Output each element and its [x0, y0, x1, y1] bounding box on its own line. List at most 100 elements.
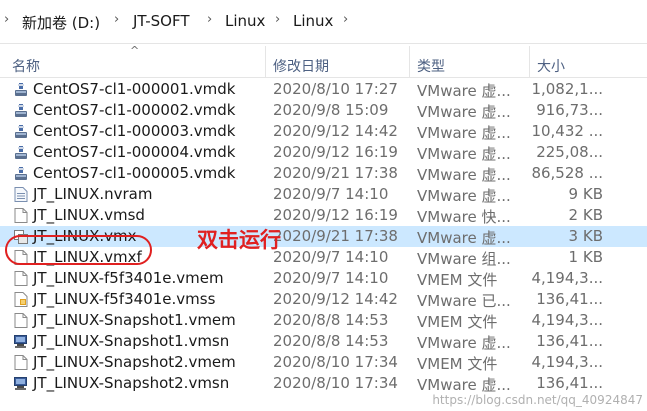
sort-ascending-icon: ^ — [130, 44, 140, 57]
file-name: JT_LINUX-f5f3401e.vmss — [33, 290, 216, 308]
file-type: VMware 虚... — [417, 124, 511, 142]
file-size: 4,194,3... — [531, 269, 603, 287]
file-row[interactable]: JT_LINUX-f5f3401e.vmss 2020/9/12 14:42 VMw… — [0, 289, 647, 310]
breadcrumb-linux[interactable]: Linux — [225, 12, 265, 30]
generic-file-icon — [14, 271, 28, 286]
file-date: 2020/8/10 17:34 — [273, 374, 398, 392]
file-name: JT_LINUX.vmsd — [33, 206, 145, 224]
file-size: 4,194,3... — [531, 311, 603, 329]
file-date: 2020/9/12 14:42 — [273, 290, 398, 308]
file-size: 1,082,1... — [531, 80, 603, 98]
file-row[interactable]: CentOS7-cl1-000002.vmdk 2020/9/8 15:09 VMw… — [0, 100, 647, 121]
file-type: VMware 虚... — [417, 103, 511, 121]
file-date: 2020/9/12 14:42 — [273, 122, 398, 140]
file-row[interactable]: JT_LINUX-Snapshot2.vmem 2020/8/10 17:34 VM… — [0, 352, 647, 373]
file-date: 2020/8/10 17:27 — [273, 80, 398, 98]
file-row[interactable]: CentOS7-cl1-000005.vmdk 2020/9/21 17:38 VM… — [0, 163, 647, 184]
file-date: 2020/9/21 17:38 — [273, 164, 398, 182]
vmdk-disk-icon — [14, 103, 28, 118]
chevron-right-icon[interactable]: › — [275, 12, 280, 27]
file-name: JT_LINUX-Snapshot1.vmem — [33, 311, 236, 329]
chevron-right-icon[interactable]: › — [207, 12, 212, 27]
file-date: 2020/8/8 14:53 — [273, 311, 389, 329]
file-type: VMware 虚... — [417, 82, 511, 100]
column-header: ^ 名称 修改日期 类型 大小 — [0, 44, 647, 78]
chevron-right-icon[interactable]: › — [343, 12, 348, 27]
generic-file-icon — [14, 313, 28, 328]
file-date: 2020/9/8 15:09 — [273, 101, 389, 119]
file-name: JT_LINUX.nvram — [33, 185, 153, 203]
file-date: 2020/9/21 17:38 — [273, 227, 398, 245]
breadcrumb-jt-soft[interactable]: JT-SOFT — [133, 12, 189, 30]
file-row[interactable]: CentOS7-cl1-000004.vmdk 2020/9/12 16:19 VM… — [0, 142, 647, 163]
breadcrumb-linux-current[interactable]: Linux — [293, 12, 333, 30]
file-name: JT_LINUX-Snapshot1.vmsn — [33, 332, 230, 350]
file-size: 86,528 ... — [531, 164, 603, 182]
file-name: JT_LINUX-Snapshot2.vmem — [33, 353, 236, 371]
watermark: https://blog.csdn.net/qq_40924847 — [432, 393, 643, 407]
chevron-right-icon: › — [4, 12, 10, 27]
annotation-text: 双击运行 — [197, 228, 281, 252]
file-row[interactable]: JT_LINUX-Snapshot1.vmem 2020/8/8 14:53 VME… — [0, 310, 647, 331]
file-date: 2020/8/8 14:53 — [273, 332, 389, 350]
file-size: 916,73... — [536, 101, 603, 119]
file-name: CentOS7-cl1-000002.vmdk — [33, 101, 236, 119]
file-type: VMware 虚... — [417, 229, 511, 247]
file-type: VMware 虚... — [417, 187, 511, 205]
column-divider[interactable] — [529, 46, 530, 78]
file-size: 3 KB — [568, 227, 603, 245]
file-size: 10,432 ... — [531, 122, 603, 140]
file-name: JT_LINUX-Snapshot2.vmsn — [33, 374, 230, 392]
file-type: VMEM 文件 — [417, 271, 498, 289]
vmsn-snapshot-icon — [14, 376, 28, 391]
file-name: CentOS7-cl1-000001.vmdk — [33, 80, 236, 98]
column-name[interactable]: 名称 — [12, 56, 40, 76]
file-row[interactable]: CentOS7-cl1-000001.vmdk 2020/8/10 17:27 VM… — [0, 79, 647, 100]
file-size: 4,194,3... — [531, 353, 603, 371]
file-size: 1 KB — [568, 248, 603, 266]
file-date: 2020/9/12 16:19 — [273, 206, 398, 224]
file-type: VMware 虚... — [417, 334, 511, 352]
column-divider[interactable] — [265, 46, 266, 78]
column-size[interactable]: 大小 — [537, 56, 565, 76]
file-type: VMware 快... — [417, 208, 511, 226]
file-name: JT_LINUX-f5f3401e.vmem — [33, 269, 224, 287]
file-date: 2020/9/7 14:10 — [273, 269, 389, 287]
breadcrumb-drive[interactable]: 新加卷 (D:) — [22, 12, 100, 33]
file-date: 2020/9/7 14:10 — [273, 185, 389, 203]
file-row[interactable]: CentOS7-cl1-000003.vmdk 2020/9/12 14:42 VM… — [0, 121, 647, 142]
file-size: 225,08... — [536, 143, 603, 161]
file-name: CentOS7-cl1-000003.vmdk — [33, 122, 236, 140]
file-date: 2020/9/7 14:10 — [273, 248, 389, 266]
file-size: 136,41... — [536, 290, 603, 308]
chevron-right-icon[interactable]: › — [114, 12, 119, 27]
vmsn-snapshot-icon — [14, 334, 28, 349]
vmdk-disk-icon — [14, 82, 28, 97]
vmdk-disk-icon — [14, 124, 28, 139]
file-type: VMware 虚... — [417, 376, 511, 394]
file-type: VMware 已... — [417, 292, 511, 310]
file-row[interactable]: JT_LINUX-Snapshot1.vmsn 2020/8/8 14:53 VMw… — [0, 331, 647, 352]
column-date[interactable]: 修改日期 — [273, 56, 329, 76]
vmdk-disk-icon — [14, 145, 28, 160]
file-type: VMware 虚... — [417, 166, 511, 184]
file-date: 2020/9/12 16:19 — [273, 143, 398, 161]
file-type: VMware 组... — [417, 250, 511, 268]
highlight-oval — [5, 235, 152, 265]
file-size: 9 KB — [568, 185, 603, 203]
column-divider[interactable] — [409, 46, 410, 78]
file-row[interactable]: JT_LINUX.nvram 2020/9/7 14:10 VMware 虚... 9… — [0, 184, 647, 205]
address-bar[interactable]: › 新加卷 (D:) › JT-SOFT › Linux › Linux › — [0, 0, 647, 44]
vmdk-disk-icon — [14, 166, 28, 181]
column-type[interactable]: 类型 — [417, 56, 445, 76]
file-size: 136,41... — [536, 332, 603, 350]
file-row[interactable]: JT_LINUX.vmsd 2020/9/12 16:19 VMware 快... 2… — [0, 205, 647, 226]
generic-file-icon — [14, 208, 28, 223]
vmss-file-icon — [14, 292, 28, 307]
file-row[interactable]: JT_LINUX-Snapshot2.vmsn 2020/8/10 17:34 VM… — [0, 373, 647, 394]
file-name: CentOS7-cl1-000004.vmdk — [33, 143, 236, 161]
file-size: 2 KB — [568, 206, 603, 224]
file-type: VMEM 文件 — [417, 313, 498, 331]
file-row[interactable]: JT_LINUX-f5f3401e.vmem 2020/9/7 14:10 VMEM… — [0, 268, 647, 289]
file-size: 136,41... — [536, 374, 603, 392]
